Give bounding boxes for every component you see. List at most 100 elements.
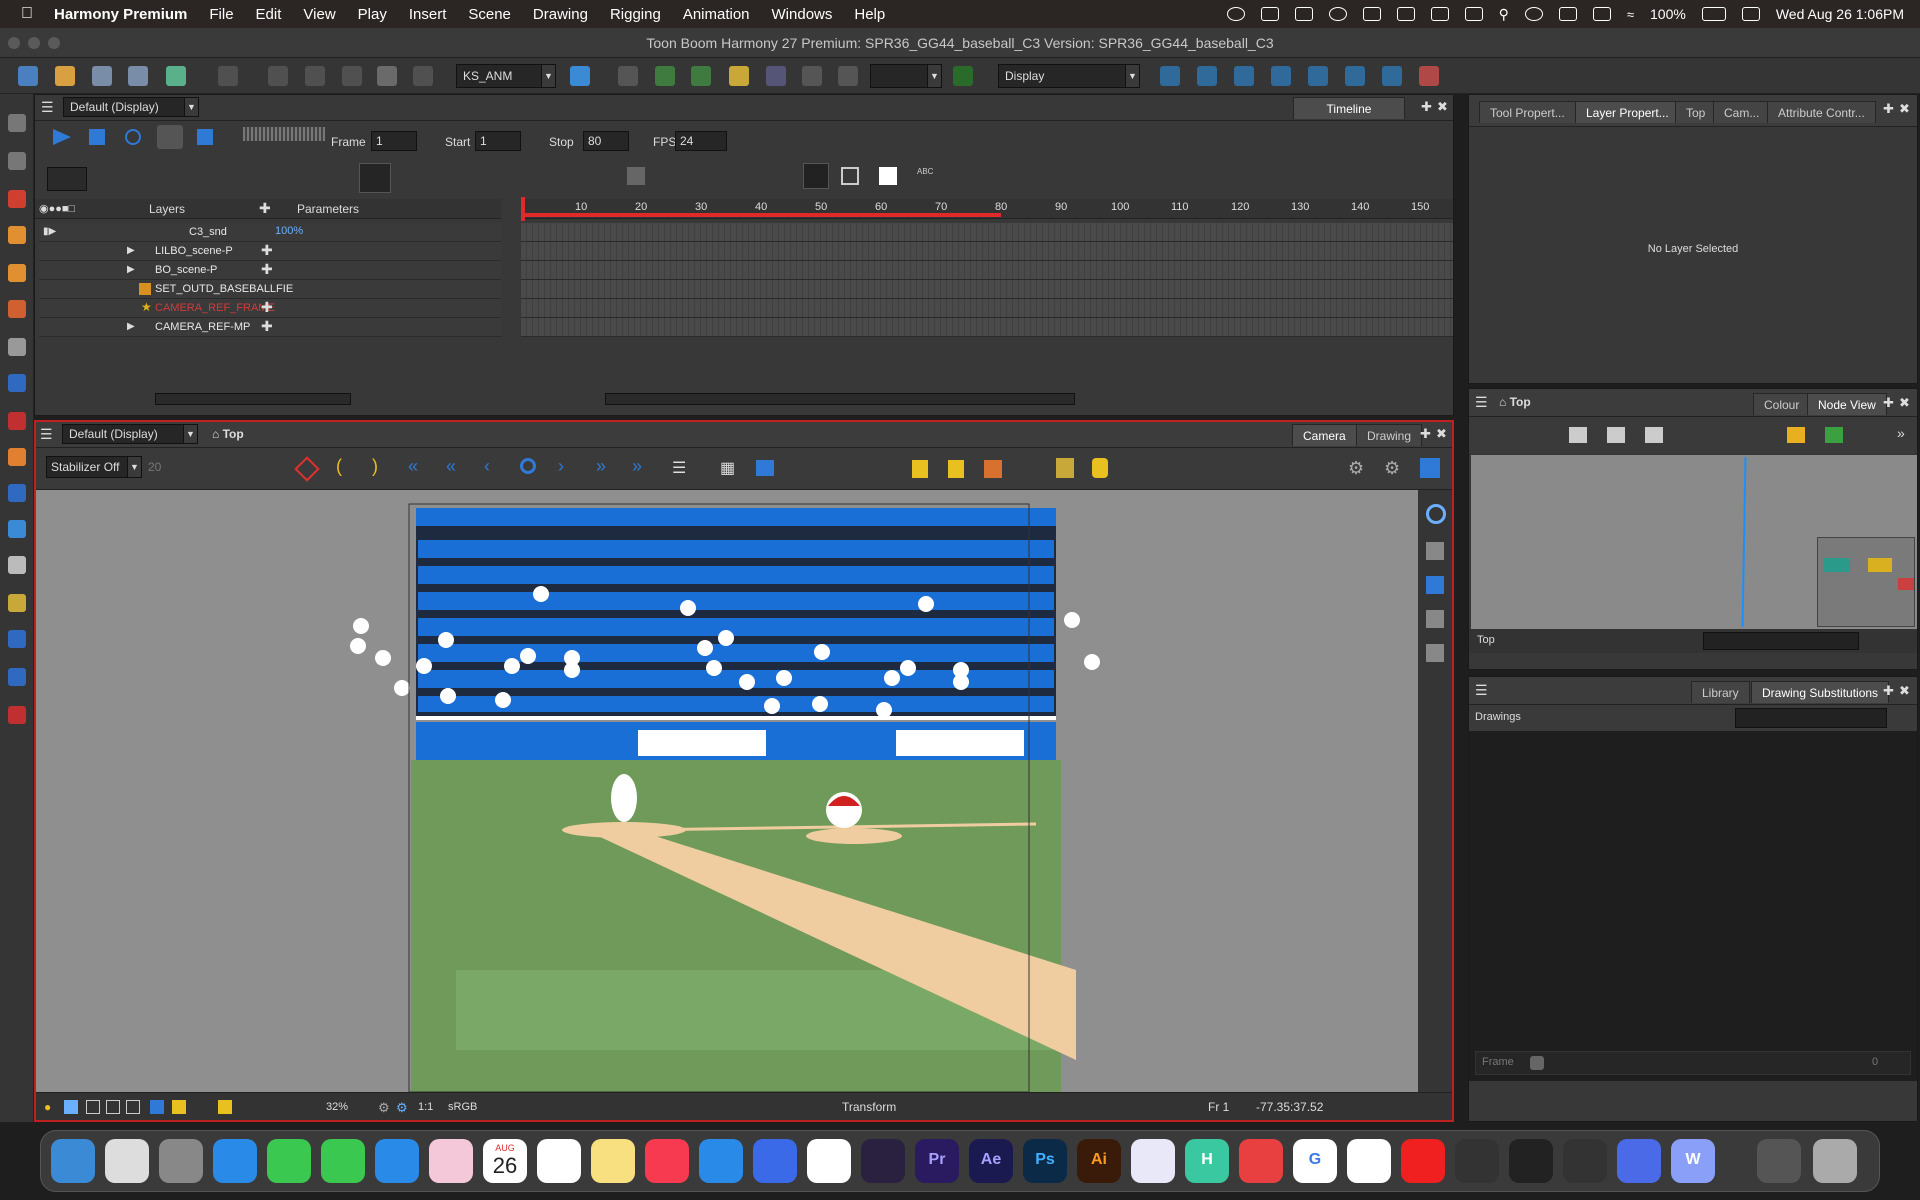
last-frame-icon[interactable]: »: [632, 456, 642, 477]
save-icon[interactable]: [92, 66, 112, 86]
keyframe-icon[interactable]: [359, 163, 391, 193]
color-space[interactable]: sRGB: [448, 1101, 477, 1113]
panel-menu-icon[interactable]: ☰: [1475, 394, 1488, 411]
search-icon[interactable]: ⚲: [1499, 6, 1509, 23]
chevron-down-icon[interactable]: ▼: [184, 98, 198, 116]
add-keyframe-icon[interactable]: ✚: [261, 318, 273, 335]
close-panel-icon[interactable]: ✖: [1899, 395, 1910, 411]
hand-tool-icon[interactable]: [8, 520, 26, 538]
tab-attribute-controller[interactable]: Attribute Contr...: [1767, 101, 1876, 123]
node-tool-icon[interactable]: [1787, 427, 1805, 443]
rigging-icon[interactable]: [1382, 66, 1402, 86]
creative-cloud-icon[interactable]: [1226, 7, 1245, 21]
maintain-size-icon[interactable]: [1308, 66, 1328, 86]
dock-toon-boom-icon[interactable]: [1239, 1139, 1283, 1183]
node-navigator[interactable]: [1817, 537, 1915, 627]
add-view-icon[interactable]: ✚: [1421, 99, 1432, 115]
deform-icon[interactable]: [766, 66, 786, 86]
close-panel-icon[interactable]: ✖: [1899, 683, 1910, 699]
tab-drawing[interactable]: Drawing: [1356, 424, 1423, 446]
tab-node-view[interactable]: Node View: [1807, 393, 1887, 415]
add-view-icon[interactable]: ✚: [1883, 395, 1894, 411]
layers-scrollbar[interactable]: [155, 393, 351, 405]
timeline-view-combo[interactable]: Default (Display) ▼: [63, 97, 199, 117]
drawing-pivot-icon[interactable]: [8, 484, 26, 502]
previous-frame-icon[interactable]: ‹: [484, 456, 490, 477]
rotate-icon[interactable]: [1197, 66, 1217, 86]
add-view-icon[interactable]: ✚: [1883, 683, 1894, 699]
layers-active-icon[interactable]: [1426, 576, 1444, 594]
dock-harmony-icon[interactable]: H: [1185, 1139, 1229, 1183]
battery-icon[interactable]: [1701, 7, 1726, 21]
track-row[interactable]: [521, 299, 1453, 318]
copy-icon[interactable]: [342, 66, 362, 86]
frame-slider-value[interactable]: 0: [1872, 1056, 1878, 1068]
dock-safari-icon[interactable]: [213, 1139, 257, 1183]
menu-play[interactable]: Play: [358, 6, 387, 23]
dock-downloads-icon[interactable]: [1757, 1139, 1801, 1183]
dropper-icon[interactable]: [8, 448, 26, 466]
expand-icon[interactable]: [1396, 7, 1415, 21]
menu-windows[interactable]: Windows: [772, 6, 833, 23]
dock-settings-icon[interactable]: [159, 1139, 203, 1183]
layers-down-icon[interactable]: [1426, 542, 1444, 560]
onion-icon[interactable]: [64, 1100, 78, 1114]
more-icon[interactable]: »: [1897, 425, 1905, 441]
lightbulb-icon[interactable]: ●: [44, 1100, 51, 1114]
thumbnail-medium-icon[interactable]: [841, 167, 859, 185]
bartender-icon[interactable]: [1260, 7, 1279, 21]
app-name-menu[interactable]: Harmony Premium: [54, 6, 187, 23]
scale-icon[interactable]: [1234, 66, 1254, 86]
ruler-icon[interactable]: [984, 460, 1002, 478]
menu-view[interactable]: View: [303, 6, 335, 23]
dock-finder-icon[interactable]: [51, 1139, 95, 1183]
add-keyframe-icon[interactable]: ✚: [261, 261, 273, 278]
menu-edit[interactable]: Edit: [256, 6, 282, 23]
drawings-list[interactable]: [1469, 731, 1917, 1081]
dock-keynote-icon[interactable]: [1131, 1139, 1175, 1183]
dock-trendy-icon[interactable]: [1347, 1139, 1391, 1183]
tab-timeline[interactable]: Timeline: [1293, 97, 1405, 119]
add-view-icon[interactable]: ✚: [1883, 101, 1894, 117]
layers-icon[interactable]: [1420, 458, 1440, 478]
unlock-icon[interactable]: [948, 460, 964, 478]
menu-drawing[interactable]: Drawing: [533, 6, 588, 23]
start-field[interactable]: 1: [475, 131, 521, 151]
dock-illustrator-icon[interactable]: Ai: [1077, 1139, 1121, 1183]
paste-icon[interactable]: [377, 66, 397, 86]
dock-trash-icon[interactable]: [1813, 1139, 1857, 1183]
expand-arrow-icon[interactable]: ▶: [127, 321, 135, 332]
bone-icon[interactable]: [618, 66, 638, 86]
close-panel-icon[interactable]: ✖: [1436, 426, 1447, 442]
menu-animation[interactable]: Animation: [683, 6, 750, 23]
tab-library[interactable]: Library: [1691, 681, 1750, 703]
split-icon[interactable]: [627, 167, 645, 185]
spark-tool-icon[interactable]: [8, 706, 26, 724]
dock-word-icon[interactable]: W: [1671, 1139, 1715, 1183]
align-icon[interactable]: [838, 66, 858, 86]
expand-arrow-icon[interactable]: ▶: [127, 245, 135, 256]
timeline-scrollbar[interactable]: [605, 393, 1075, 405]
light-table-icon[interactable]: [1092, 458, 1108, 478]
grid-icon[interactable]: ▦: [720, 458, 735, 478]
google-icon[interactable]: [1524, 7, 1543, 21]
dock-music-icon[interactable]: [645, 1139, 689, 1183]
dock-notion-icon[interactable]: [807, 1139, 851, 1183]
close-panel-icon[interactable]: ✖: [1899, 101, 1910, 117]
contour-editor-icon[interactable]: [8, 152, 26, 170]
speaker-icon[interactable]: ▮▶: [43, 226, 56, 237]
eye-icon[interactable]: [1426, 504, 1446, 524]
save-as-icon[interactable]: [128, 66, 148, 86]
tab-tool-properties[interactable]: Tool Propert...: [1479, 101, 1576, 123]
frame-icon[interactable]: [86, 1100, 100, 1114]
next-frame-icon[interactable]: ›: [558, 456, 564, 477]
pin-icon[interactable]: [1419, 66, 1439, 86]
pencil-icon[interactable]: [1056, 458, 1074, 478]
track-row[interactable]: [521, 280, 1453, 299]
dock-reminders-icon[interactable]: [537, 1139, 581, 1183]
chevron-down-icon[interactable]: ▼: [541, 65, 555, 87]
grid-icon[interactable]: [802, 66, 822, 86]
layer-row[interactable]: SET_OUTD_BASEBALLFIE: [39, 280, 501, 299]
display-combo[interactable]: Display ▼: [998, 64, 1140, 88]
track-row[interactable]: [521, 223, 1453, 242]
